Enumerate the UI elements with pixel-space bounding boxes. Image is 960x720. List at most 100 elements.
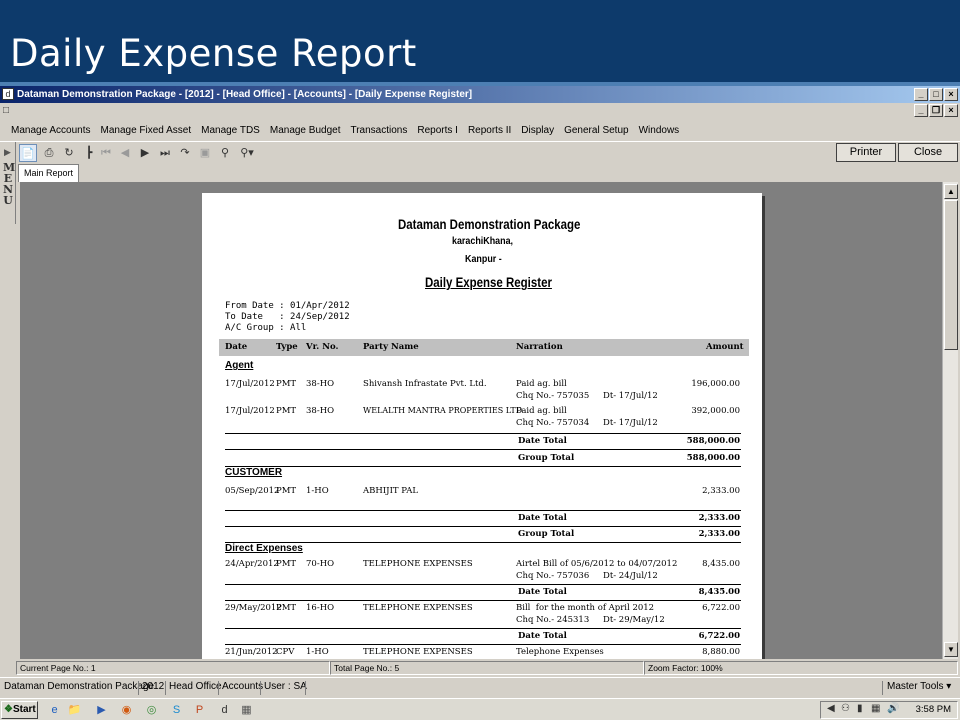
total-rule [225, 466, 741, 467]
param-ac-group: A/C Group : All [225, 323, 307, 333]
calculator-icon[interactable]: ▦ [238, 702, 255, 718]
row-vrno: 1-HO [306, 486, 329, 496]
date-total-value: 8,435.00 [698, 587, 740, 597]
scroll-thumb[interactable] [944, 200, 958, 350]
date-total-label: Date Total [518, 436, 567, 446]
column-header-row: Date Type Vr. No. Party Name Narration A… [219, 339, 749, 356]
network-icon[interactable]: ▦ [871, 703, 880, 714]
dataman-app-icon[interactable]: d [216, 702, 233, 718]
tree-icon[interactable]: ┣ [80, 144, 98, 162]
company-name: Dataman Demonstration Package [398, 217, 581, 232]
mdi-minimize-button[interactable]: _ [914, 104, 928, 117]
powerpoint-icon[interactable]: P [191, 702, 208, 718]
row-cheque-date: Dt- 24/Jul/12 [603, 571, 658, 581]
vertical-scrollbar[interactable]: ▲ ▼ [942, 182, 958, 659]
print-icon[interactable]: ⎙ [40, 144, 58, 162]
first-page-icon[interactable]: ⏮ [97, 144, 115, 162]
folder-icon[interactable]: 📁 [66, 702, 83, 718]
expand-arrow-icon[interactable]: ▶ [4, 147, 11, 158]
scroll-down-icon[interactable]: ▼ [944, 642, 958, 657]
side-menu-strip[interactable]: ▶ MENU [0, 142, 16, 224]
start-button[interactable]: ❖Start [1, 701, 38, 719]
date-total-label: Date Total [518, 513, 567, 523]
col-amount: Amount [706, 342, 744, 352]
row-type: PMT [276, 486, 297, 496]
side-menu-label[interactable]: MENU [3, 162, 15, 206]
application-window: d Dataman Demonstration Package - [2012]… [0, 86, 960, 720]
volume-icon[interactable]: 🔊 [887, 703, 899, 714]
page-setup-icon[interactable]: 📄 [19, 144, 37, 162]
clock[interactable]: 3:58 PM [916, 704, 951, 715]
tab-main-report[interactable]: Main Report [18, 164, 80, 182]
row-cheque-date: Dt- 17/Jul/12 [603, 418, 658, 428]
mdi-restore-button[interactable]: ❐ [929, 104, 943, 117]
search-icon[interactable]: ⚲ [216, 144, 234, 162]
close-button[interactable]: Close [898, 143, 958, 162]
master-tools-menu[interactable]: Master Tools ▾ [887, 681, 951, 692]
group-heading: Direct Expenses [225, 543, 303, 554]
system-tray: ◀ ⚇ ▮ ▦ 🔊 3:58 PM [820, 701, 958, 719]
row-type: PMT [276, 603, 297, 613]
last-page-icon[interactable]: ⏭ [156, 144, 174, 162]
tray-app-icon[interactable]: ⚇ [841, 703, 850, 714]
menu-item-manage-tds[interactable]: Manage TDS [196, 125, 265, 136]
date-total-label: Date Total [518, 631, 567, 641]
row-cheque-date: Dt- 29/May/12 [603, 615, 665, 625]
row-vrno: 1-HO [306, 647, 329, 657]
row-date: 05/Sep/2012 [225, 486, 280, 496]
next-page-icon[interactable]: ▶ [136, 144, 154, 162]
row-party: Shivansh Infrastate Pvt. Ltd. [363, 379, 487, 389]
row-narration: Telephone Expenses [516, 647, 604, 657]
row-vrno: 38-HO [306, 406, 335, 416]
total-rule [225, 510, 741, 511]
printer-button[interactable]: Printer [836, 143, 896, 162]
ie-icon[interactable]: e [46, 702, 63, 718]
row-party: TELEPHONE EXPENSES [363, 647, 473, 657]
mdi-bar: □ _ ❐ × [0, 103, 960, 119]
menu-item-general-setup[interactable]: General Setup [559, 125, 634, 136]
tray-arrow-icon[interactable]: ◀ [827, 703, 835, 714]
row-vrno: 38-HO [306, 379, 335, 389]
row-amount: 392,000.00 [691, 406, 740, 416]
prev-page-icon[interactable]: ◀ [116, 144, 134, 162]
refresh-icon[interactable]: ↻ [60, 144, 78, 162]
viewer-status-bar: Current Page No.: 1 Total Page No.: 5 Zo… [16, 661, 960, 675]
menu-item-manage-accounts[interactable]: Manage Accounts [6, 125, 96, 136]
goto-page-icon[interactable]: ↷ [176, 144, 194, 162]
skype-icon[interactable]: S [168, 702, 185, 718]
row-date: 24/Apr/2012 [225, 559, 279, 569]
media-icon[interactable]: ▶ [93, 702, 110, 718]
group-total-label: Group Total [518, 529, 575, 539]
package-name: Dataman Demonstration Package [4, 681, 155, 692]
menu-item-display[interactable]: Display [516, 125, 559, 136]
total-rule [225, 600, 741, 601]
maximize-button[interactable]: □ [929, 88, 943, 101]
row-cheque: Chq No.- 757035 [516, 391, 590, 401]
firefox-icon[interactable]: ◉ [118, 702, 135, 718]
battery-icon[interactable]: ▮ [857, 703, 863, 714]
menu-item-reports-i[interactable]: Reports I [412, 125, 463, 136]
menu-item-manage-budget[interactable]: Manage Budget [265, 125, 346, 136]
mdi-close-button[interactable]: × [944, 104, 958, 117]
address-line-2: Kanpur - [465, 253, 502, 265]
total-rule [225, 449, 741, 450]
report-title: Daily Expense Register [425, 275, 552, 290]
user-label: User : SA [264, 681, 307, 692]
window-title: Dataman Demonstration Package - [2012] -… [17, 89, 473, 100]
close-window-button[interactable]: × [944, 88, 958, 101]
row-vrno: 70-HO [306, 559, 335, 569]
stop-icon[interactable]: ▣ [196, 144, 214, 162]
minimize-button[interactable]: _ [914, 88, 928, 101]
row-amount: 6,722.00 [702, 603, 740, 613]
menu-item-manage-fixed-asset[interactable]: Manage Fixed Asset [96, 125, 197, 136]
menu-item-windows[interactable]: Windows [634, 125, 685, 136]
zoom-dropdown-icon[interactable]: ⚲▾ [238, 144, 256, 162]
chrome-icon[interactable]: ◎ [143, 702, 160, 718]
menu-item-reports-ii[interactable]: Reports II [463, 125, 516, 136]
menu-item-transactions[interactable]: Transactions [345, 125, 412, 136]
scroll-up-icon[interactable]: ▲ [944, 184, 958, 199]
current-page-status: Current Page No.: 1 [16, 661, 330, 675]
col-date: Date [225, 342, 248, 352]
address-line-1: karachiKhana, [452, 235, 514, 247]
row-date: 17/Jul/2012 [225, 379, 275, 389]
